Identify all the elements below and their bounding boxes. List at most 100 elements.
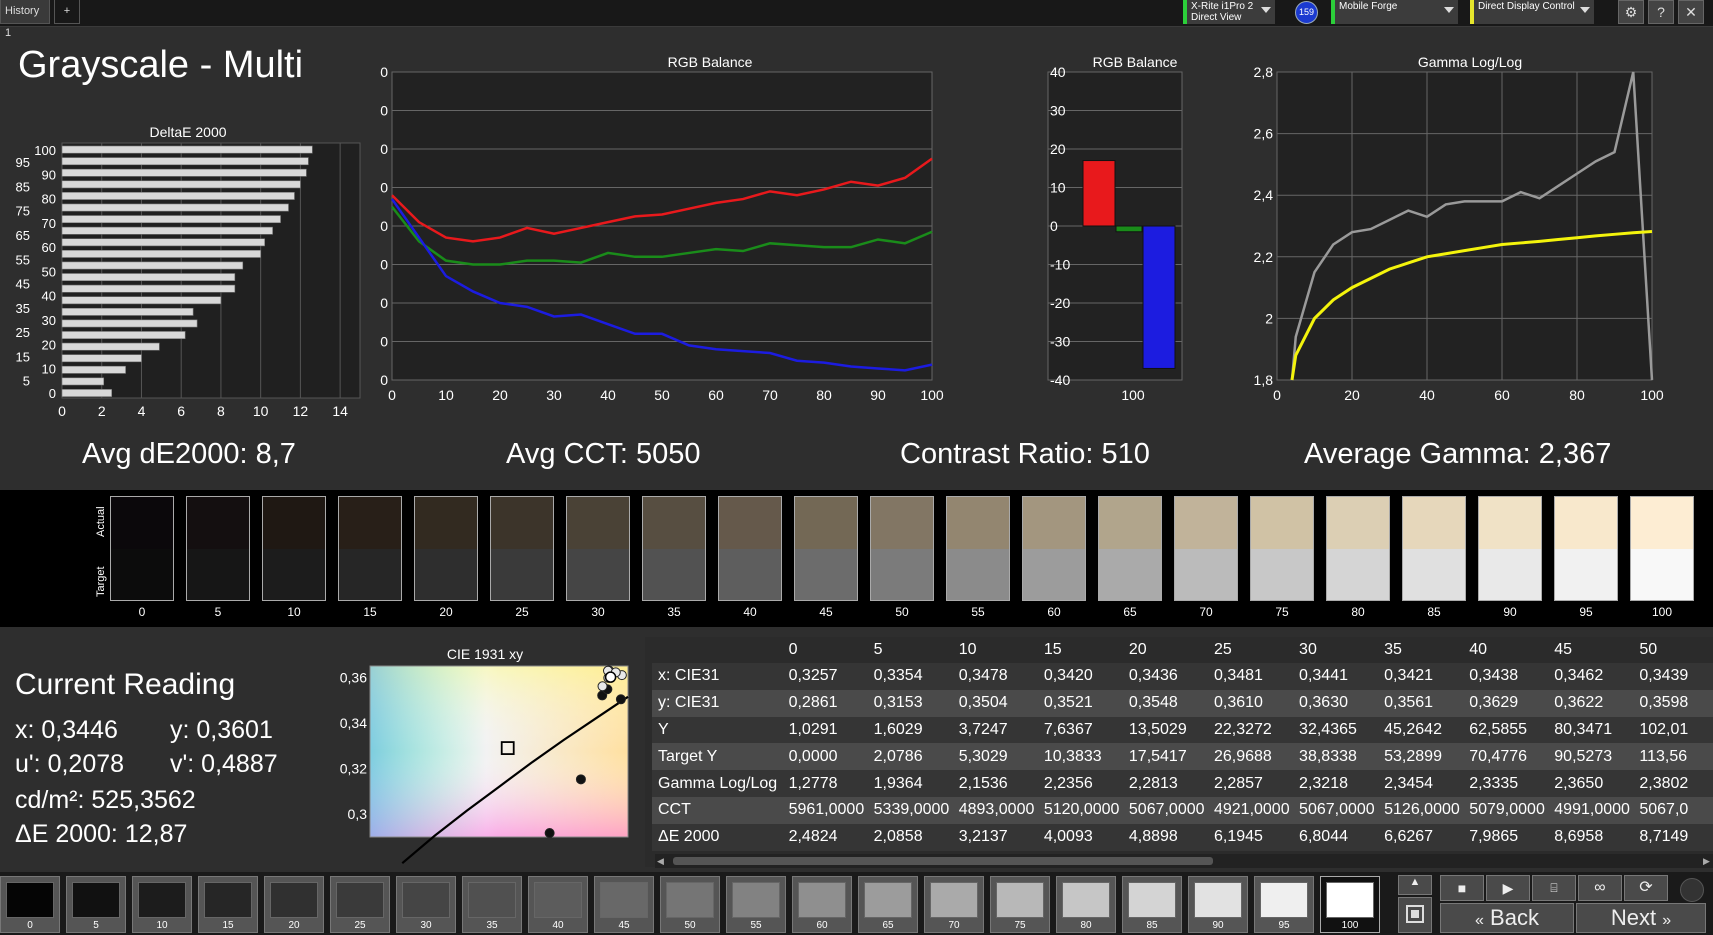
patch-25[interactable] [490,496,554,601]
patch-select-45[interactable]: 45 [594,876,654,933]
patch-0[interactable] [110,496,174,601]
patch-90[interactable] [1478,496,1542,601]
patch-select-10[interactable]: 10 [132,876,192,933]
table-row[interactable]: x: CIE31 0,3257 0,3354 0,3478 0,3420 0,3436 0,… [652,663,1713,690]
patch-target [263,548,325,600]
stop-button[interactable]: ■ [1440,875,1484,901]
swatch-color [1260,882,1308,918]
meter-name: X-Rite i1Pro 2 [1191,1,1254,12]
table-row[interactable]: y: CIE31 0,2861 0,3153 0,3504 0,3521 0,3548 0,… [652,689,1713,717]
patch-select-70[interactable]: 70 [924,876,984,933]
patch-20[interactable] [414,496,478,601]
y-tick-label: 25 [16,325,30,340]
patch-30[interactable] [566,496,630,601]
patch-select-55[interactable]: 55 [726,876,786,933]
table-header[interactable]: 10 [953,637,1038,663]
patch-select-85[interactable]: 85 [1122,876,1182,933]
display-control-selector[interactable]: Direct Display Control [1470,0,1594,24]
patch-select-50[interactable]: 50 [660,876,720,933]
patch-select-60[interactable]: 60 [792,876,852,933]
patch-15[interactable] [338,496,402,601]
patch-50[interactable] [870,496,934,601]
patch-75[interactable] [1250,496,1314,601]
meter-selector[interactable]: X-Rite i1Pro 2 Direct View [1183,0,1275,24]
patch-85[interactable] [1402,496,1466,601]
y-tick-label: 2,8 [1254,64,1274,80]
patch-40[interactable] [718,496,782,601]
patch-65[interactable] [1098,496,1162,601]
table-cell: 0,3630 [1293,689,1379,717]
table-scrollbar[interactable]: ◀ ▶ [655,854,1713,868]
patch-actual [1479,497,1541,549]
scroll-up-button[interactable]: ▲ [1398,875,1432,895]
table-header[interactable]: 45 [1548,637,1633,663]
table-header[interactable]: 35 [1378,637,1463,663]
patch-select-95[interactable]: 95 [1254,876,1314,933]
meter-badge[interactable]: 159 [1295,1,1318,24]
next-button[interactable]: Next » [1576,903,1706,933]
table-cell: 3,7247 [952,716,1038,744]
patch-select-65[interactable]: 65 [858,876,918,933]
patch-select-90[interactable]: 90 [1188,876,1248,933]
patch-5[interactable] [186,496,250,601]
table-header[interactable]: 20 [1123,637,1208,663]
pattern-generator-selector[interactable]: Mobile Forge [1331,0,1458,24]
table-row[interactable]: CCT 5961,0000 5339,0000 4893,0000 5120,0000 5… [652,796,1713,824]
patch-45[interactable] [794,496,858,601]
refresh-button[interactable]: ⟳ [1624,875,1668,901]
table-header[interactable]: 40 [1463,637,1548,663]
gear-icon[interactable]: ⚙ [1618,0,1644,24]
patch-select-40[interactable]: 40 [528,876,588,933]
deltae-bar [61,273,236,281]
table-row[interactable]: Target Y 0,0000 2,0786 5,3029 10,3833 17,5417… [652,743,1713,771]
patch-select-15[interactable]: 15 [198,876,258,933]
display-control-name: Direct Display Control [1478,1,1575,12]
back-button[interactable]: « Back [1440,903,1574,933]
table-header[interactable]: 25 [1208,637,1293,663]
scrollbar-thumb[interactable] [673,857,1213,865]
patch-35[interactable] [642,496,706,601]
play-button[interactable]: ▶ [1486,875,1530,901]
patch-100[interactable] [1630,496,1694,601]
measure-button[interactable]: ⌸ [1532,875,1576,901]
patch-select-20[interactable]: 20 [264,876,324,933]
patch-80[interactable] [1326,496,1390,601]
scroll-right-icon[interactable]: ▶ [1703,856,1711,866]
table-row[interactable]: Gamma Log/Log 1,2778 1,9364 2,1536 2,2356 2,2… [652,770,1713,797]
patch-label: 50 [895,605,909,619]
patch-select-75[interactable]: 75 [990,876,1050,933]
patch-select-35[interactable]: 35 [462,876,522,933]
patch-select-100[interactable]: 100 [1320,876,1380,933]
table-header[interactable]: 5 [868,637,953,663]
patch-select-80[interactable]: 80 [1056,876,1116,933]
swatch-label: 100 [1341,920,1359,931]
table-row[interactable]: Y 1,0291 1,6029 3,7247 7,6367 13,5029 22,3272 3… [652,716,1713,744]
contrast-ratio-stat: Contrast Ratio: 510 [900,438,1150,470]
table-header[interactable]: 0 [783,637,868,663]
y-tick-label: 100 [34,143,56,158]
patch-70[interactable] [1174,496,1238,601]
table-header[interactable]: 50 [1633,637,1713,663]
patch-55[interactable] [946,496,1010,601]
add-tab-button[interactable]: + [54,0,80,24]
deltae-bar [61,354,142,363]
patch-95[interactable] [1554,496,1618,601]
table-header[interactable]: 15 [1038,637,1123,663]
loop-button[interactable]: ∞ [1578,875,1622,901]
table-cell: 2,3802 [1633,770,1713,797]
tab-history-1[interactable]: History 1 [0,0,50,39]
table-row[interactable]: ΔE 2000 2,4824 2,0858 3,2137 4,0093 4,8898 6,1… [652,823,1713,851]
help-icon[interactable]: ? [1648,0,1674,24]
table-header[interactable]: 30 [1293,637,1378,663]
stop-toggle-button[interactable] [1398,897,1432,933]
y-tick-label: 95 [16,155,30,170]
patch-select-30[interactable]: 30 [396,876,456,933]
close-icon[interactable]: ✕ [1678,0,1704,24]
patch-select-25[interactable]: 25 [330,876,390,933]
patch-10[interactable] [262,496,326,601]
patch-60[interactable] [1022,496,1086,601]
scroll-left-icon[interactable]: ◀ [657,856,665,866]
patch-select-0[interactable]: 0 [0,876,60,933]
y-tick-label: 30 [380,103,388,119]
patch-select-5[interactable]: 5 [66,876,126,933]
